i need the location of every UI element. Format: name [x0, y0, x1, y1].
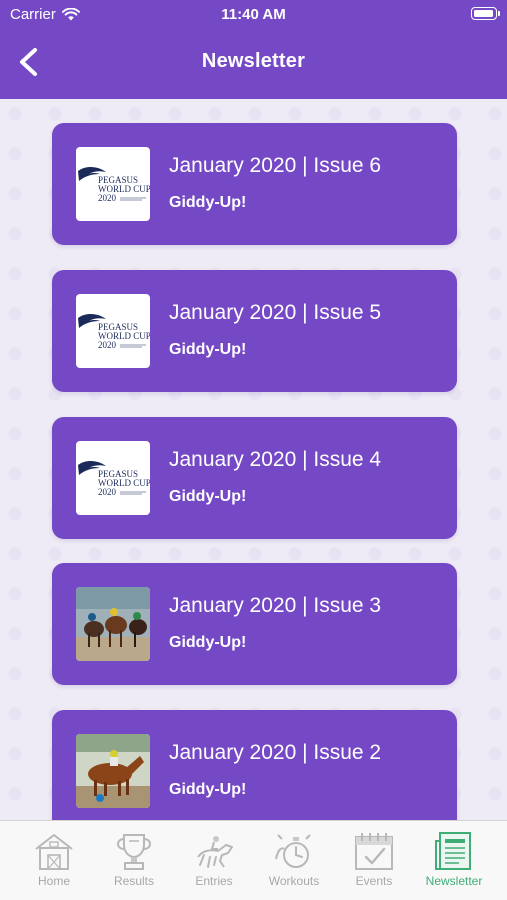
newsletter-card[interactable]: PEGASUS WORLD CUP 2020 January 2020 | Is…	[52, 270, 457, 392]
pegasus-logo-thumbnail: PEGASUS WORLD CUP 2020	[76, 441, 150, 515]
tab-home[interactable]: Home	[14, 821, 94, 900]
pegasus-logo-icon: PEGASUS WORLD CUP 2020	[78, 460, 150, 497]
newsletter-card[interactable]: January 2020 | Issue 3 Giddy-Up!	[52, 563, 457, 685]
newsletter-subtitle: Giddy-Up!	[169, 488, 247, 505]
pegasus-logo-thumbnail: PEGASUS WORLD CUP 2020	[76, 294, 150, 368]
newspaper-icon	[435, 832, 471, 870]
tab-events-label: Events	[355, 874, 393, 888]
newsletter-subtitle: Giddy-Up!	[169, 194, 247, 211]
nav-header: Carrier 11:40 AM Newsletter	[0, 0, 507, 99]
tab-entries[interactable]: Entries	[174, 821, 254, 900]
status-bar: Carrier 11:40 AM	[0, 0, 507, 28]
svg-text:2020: 2020	[98, 487, 117, 497]
newsletter-subtitle: Giddy-Up!	[169, 781, 247, 798]
newsletter-list[interactable]: PEGASUS WORLD CUP 2020 January 2020 | Is…	[0, 99, 507, 820]
trophy-icon	[117, 834, 151, 870]
newsletter-card[interactable]: PEGASUS WORLD CUP 2020 January 2020 | Is…	[52, 417, 457, 539]
horse-jockey-icon	[197, 836, 233, 868]
newsletter-card[interactable]: January 2020 | Issue 2 Giddy-Up!	[52, 710, 457, 820]
tab-home-label: Home	[37, 874, 70, 888]
newsletter-title: January 2020 | Issue 2	[169, 741, 382, 764]
newsletter-subtitle: Giddy-Up!	[169, 634, 247, 651]
horse-race-photo	[76, 587, 150, 661]
calendar-icon	[355, 833, 393, 870]
pegasus-logo-icon: PEGASUS WORLD CUP 2020	[78, 313, 150, 350]
tab-bar: Home Results Entries Workouts Events New…	[0, 820, 507, 900]
tab-results-label: Results	[113, 874, 154, 888]
newsletter-title: January 2020 | Issue 6	[169, 154, 382, 177]
tab-results[interactable]: Results	[94, 821, 174, 900]
horse-jockey-photo	[76, 734, 150, 808]
battery-icon	[471, 7, 500, 20]
tab-workouts[interactable]: Workouts	[254, 821, 334, 900]
pegasus-logo-icon: PEGASUS WORLD CUP 2020	[78, 166, 150, 203]
newsletter-title: January 2020 | Issue 4	[169, 448, 382, 471]
tab-newsletter-label: Newsletter	[425, 874, 483, 888]
tab-newsletter[interactable]: Newsletter	[414, 821, 494, 900]
newsletter-title: January 2020 | Issue 3	[169, 594, 382, 617]
tab-workouts-label: Workouts	[268, 874, 320, 888]
status-time: 11:40 AM	[221, 6, 286, 23]
svg-text:2020: 2020	[98, 340, 117, 350]
page-title: Newsletter	[201, 50, 306, 72]
horse-race-image	[76, 587, 150, 661]
tab-entries-label: Entries	[195, 874, 233, 888]
newsletter-subtitle: Giddy-Up!	[169, 341, 247, 358]
tab-events[interactable]: Events	[334, 821, 414, 900]
stopwatch-icon	[275, 834, 311, 868]
barn-icon	[35, 834, 73, 870]
horse-jockey-image	[76, 734, 150, 808]
newsletter-title: January 2020 | Issue 5	[169, 301, 382, 324]
newsletter-card[interactable]: PEGASUS WORLD CUP 2020 January 2020 | Is…	[52, 123, 457, 245]
svg-text:2020: 2020	[98, 193, 117, 203]
pegasus-logo-thumbnail: PEGASUS WORLD CUP 2020	[76, 147, 150, 221]
